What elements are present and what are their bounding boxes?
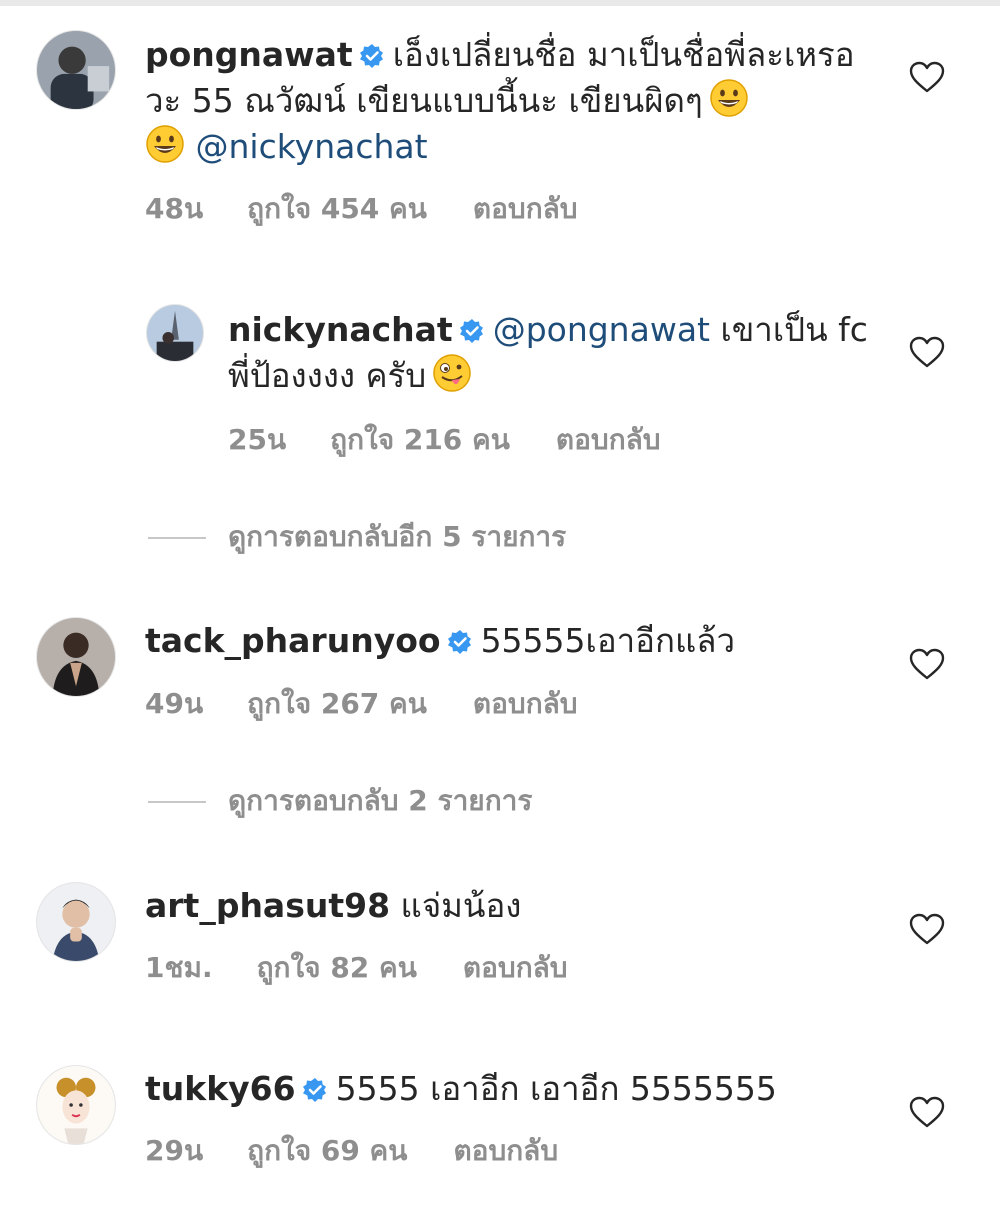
verified-badge-icon — [359, 43, 385, 69]
mention-link[interactable]: @pongnawat — [493, 310, 710, 349]
heart-outline-icon[interactable] — [908, 1095, 946, 1129]
comment-body: tukky66 5555 เอาอีก เอาอีก 5555555 — [145, 1066, 885, 1112]
comment-meta: 1ชม. ถูกใจ 82 คน ตอบกลับ — [145, 951, 568, 985]
comment-meta: 25น ถูกใจ 216 คน ตอบกลับ — [228, 423, 661, 457]
heart-outline-icon[interactable] — [908, 912, 946, 946]
comment-meta: 48น ถูกใจ 454 คน ตอบกลับ — [145, 192, 578, 226]
comment-text: 55555เอาอีกแล้ว — [480, 621, 735, 660]
top-divider — [0, 0, 1000, 6]
avatar[interactable] — [36, 617, 116, 697]
username[interactable]: nickynachat — [228, 310, 453, 349]
username[interactable]: tukky66 — [145, 1069, 296, 1108]
view-more-replies[interactable]: ดูการตอบกลับ 2 รายการ — [148, 784, 532, 818]
likes-count[interactable]: ถูกใจ 82 คน — [257, 951, 417, 985]
likes-count[interactable]: ถูกใจ 69 คน — [247, 1134, 407, 1168]
divider-line — [148, 537, 206, 539]
verified-badge-icon — [302, 1077, 328, 1103]
avatar[interactable] — [36, 30, 116, 110]
view-replies-label[interactable]: ดูการตอบกลับ 2 รายการ — [228, 784, 532, 817]
reply-button[interactable]: ตอบกลับ — [463, 951, 568, 985]
view-replies-label[interactable]: ดูการตอบกลับอีก 5 รายการ — [228, 520, 566, 553]
timestamp: 1ชม. — [145, 951, 213, 984]
username[interactable]: tack_pharunyoo — [145, 621, 441, 660]
comment-body: nickynachat @pongnawat เขาเป็น fc พี่ป้อง… — [228, 307, 868, 399]
heart-outline-icon[interactable] — [908, 60, 946, 94]
avatar[interactable] — [36, 1065, 116, 1145]
heart-outline-icon[interactable] — [908, 335, 946, 369]
reply-button[interactable]: ตอบกลับ — [556, 423, 661, 457]
timestamp: 49น — [145, 687, 204, 720]
reply-button[interactable]: ตอบกลับ — [473, 687, 578, 721]
mention-link[interactable]: @nickynachat — [196, 127, 428, 166]
avatar[interactable] — [36, 882, 116, 962]
comment-meta: 29น ถูกใจ 69 คน ตอบกลับ — [145, 1134, 558, 1168]
comment-meta: 49น ถูกใจ 267 คน ตอบกลับ — [145, 687, 578, 721]
comment-text: แจ่มน้อง — [400, 886, 522, 925]
verified-badge-icon — [447, 629, 473, 655]
grinning-face-icon — [145, 124, 185, 164]
comment-body: pongnawat เอ็งเปลี่ยนชื่อ มาเป็นชื่อพี่ละ… — [145, 32, 865, 170]
likes-count[interactable]: ถูกใจ 454 คน — [247, 192, 427, 226]
comment-text: 5555 เอาอีก เอาอีก 5555555 — [335, 1069, 777, 1108]
username[interactable]: pongnawat — [145, 35, 353, 74]
heart-outline-icon[interactable] — [908, 647, 946, 681]
reply-button[interactable]: ตอบกลับ — [473, 192, 578, 226]
comment-body: tack_pharunyoo 55555เอาอีกแล้ว — [145, 618, 885, 664]
timestamp: 25น — [228, 423, 287, 456]
avatar[interactable] — [146, 304, 204, 362]
zany-face-icon — [432, 353, 472, 393]
comment-body: art_phasut98 แจ่มน้อง — [145, 883, 885, 929]
timestamp: 29น — [145, 1134, 204, 1167]
verified-badge-icon — [459, 318, 485, 344]
likes-count[interactable]: ถูกใจ 267 คน — [247, 687, 427, 721]
grinning-face-icon — [709, 78, 749, 118]
divider-line — [148, 801, 206, 803]
likes-count[interactable]: ถูกใจ 216 คน — [330, 423, 510, 457]
username[interactable]: art_phasut98 — [145, 886, 390, 925]
view-more-replies[interactable]: ดูการตอบกลับอีก 5 รายการ — [148, 520, 566, 554]
timestamp: 48น — [145, 192, 204, 225]
reply-button[interactable]: ตอบกลับ — [453, 1134, 558, 1168]
